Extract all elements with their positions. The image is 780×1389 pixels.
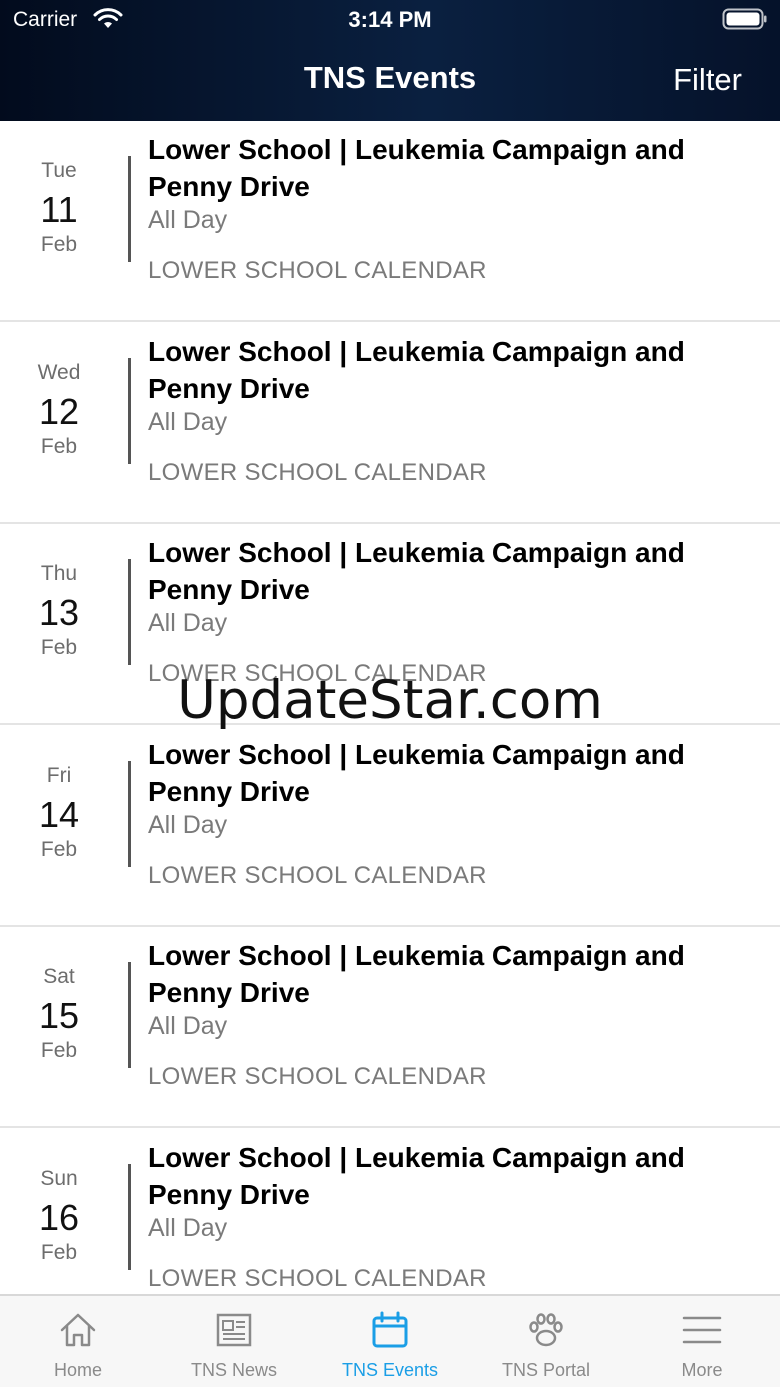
- event-month: Feb: [40, 636, 78, 659]
- tab-label: TNS Portal: [501, 1360, 591, 1380]
- event-day-number: 16: [38, 1197, 80, 1238]
- event-divider: [128, 559, 131, 665]
- event-day-number: 13: [38, 592, 80, 633]
- status-bar: Carrier 3:14 PM: [0, 0, 780, 40]
- tab-label: TNS Events: [341, 1360, 439, 1380]
- event-date: Thu 13 Feb: [0, 524, 118, 723]
- event-row[interactable]: Sun 16 Feb Lower School | Leukemia Campa…: [0, 1129, 780, 1294]
- event-time: All Day: [148, 1012, 228, 1040]
- newspaper-icon: [216, 1313, 252, 1347]
- event-day-number: 11: [40, 189, 78, 230]
- status-time: 3:14 PM: [348, 7, 432, 32]
- event-divider: [128, 358, 131, 464]
- event-date: Sun 16 Feb: [0, 1129, 118, 1294]
- event-divider: [128, 761, 131, 867]
- event-day-of-week: Thu: [40, 562, 78, 585]
- event-day-number: 15: [38, 995, 80, 1036]
- event-month: Feb: [40, 1039, 78, 1062]
- event-divider: [128, 1164, 131, 1270]
- tab-more[interactable]: More: [624, 1296, 780, 1389]
- event-row[interactable]: Wed 12 Feb Lower School | Leukemia Campa…: [0, 323, 780, 524]
- event-month: Feb: [40, 435, 78, 458]
- event-divider: [128, 962, 131, 1068]
- home-icon: [60, 1313, 96, 1347]
- event-month: Feb: [40, 838, 78, 861]
- event-calendar: LOWER SCHOOL CALENDAR: [148, 862, 487, 889]
- event-row[interactable]: Tue 11 Feb Lower School | Leukemia Campa…: [0, 121, 780, 322]
- calendar-icon: [372, 1311, 408, 1348]
- tab-tns-portal[interactable]: TNS Portal: [468, 1296, 624, 1389]
- event-row[interactable]: Thu 13 Feb Lower School | Leukemia Campa…: [0, 524, 780, 725]
- event-divider: [128, 156, 131, 262]
- paw-icon: [529, 1313, 563, 1347]
- event-row[interactable]: Fri 14 Feb Lower School | Leukemia Campa…: [0, 726, 780, 927]
- tab-label: More: [681, 1360, 723, 1380]
- event-date: Tue 11 Feb: [0, 121, 118, 320]
- event-title: Lower School | Leukemia Campaign and Pen…: [148, 537, 685, 605]
- event-title: Lower School | Leukemia Campaign and Pen…: [148, 739, 685, 807]
- filter-button[interactable]: Filter: [673, 62, 742, 98]
- event-time: All Day: [148, 1214, 228, 1242]
- event-month: Feb: [40, 1241, 78, 1264]
- battery-icon: [722, 8, 767, 30]
- tab-label: Home: [53, 1360, 102, 1380]
- event-day-number: 14: [38, 794, 80, 835]
- event-date: Sat 15 Feb: [0, 927, 118, 1126]
- event-list[interactable]: Tue 11 Feb Lower School | Leukemia Campa…: [0, 121, 780, 1294]
- event-calendar: LOWER SCHOOL CALENDAR: [148, 459, 487, 486]
- event-time: All Day: [148, 206, 228, 234]
- event-date: Fri 14 Feb: [0, 726, 118, 925]
- event-title: Lower School | Leukemia Campaign and Pen…: [148, 336, 685, 404]
- event-time: All Day: [148, 811, 228, 839]
- event-calendar: LOWER SCHOOL CALENDAR: [148, 1265, 487, 1292]
- tab-tns-news[interactable]: TNS News: [156, 1296, 312, 1389]
- tab-home[interactable]: Home: [0, 1296, 156, 1389]
- event-time: All Day: [148, 408, 228, 436]
- tab-bar: Home TNS News TNS Events TNS Portal More: [0, 1294, 780, 1387]
- event-day-number: 12: [38, 391, 80, 432]
- event-month: Feb: [40, 233, 78, 256]
- event-title: Lower School | Leukemia Campaign and Pen…: [148, 1142, 685, 1210]
- event-day-of-week: Fri: [46, 764, 72, 787]
- event-day-of-week: Sun: [40, 1167, 78, 1190]
- tab-tns-events[interactable]: TNS Events: [312, 1296, 468, 1389]
- event-day-of-week: Sat: [43, 965, 75, 988]
- event-date: Wed 12 Feb: [0, 323, 118, 522]
- page-title: TNS Events: [303, 60, 477, 95]
- event-calendar: LOWER SCHOOL CALENDAR: [148, 1063, 487, 1090]
- menu-icon: [682, 1316, 722, 1344]
- event-day-of-week: Tue: [41, 159, 77, 182]
- event-calendar: LOWER SCHOOL CALENDAR: [148, 660, 487, 687]
- event-row[interactable]: Sat 15 Feb Lower School | Leukemia Campa…: [0, 927, 780, 1128]
- event-time: All Day: [148, 609, 228, 637]
- event-day-of-week: Wed: [37, 361, 81, 384]
- event-title: Lower School | Leukemia Campaign and Pen…: [148, 134, 685, 202]
- event-title: Lower School | Leukemia Campaign and Pen…: [148, 940, 685, 1008]
- event-calendar: LOWER SCHOOL CALENDAR: [148, 257, 487, 284]
- tab-label: TNS News: [190, 1360, 277, 1380]
- header: Carrier 3:14 PM TNS Events Filter: [0, 0, 780, 121]
